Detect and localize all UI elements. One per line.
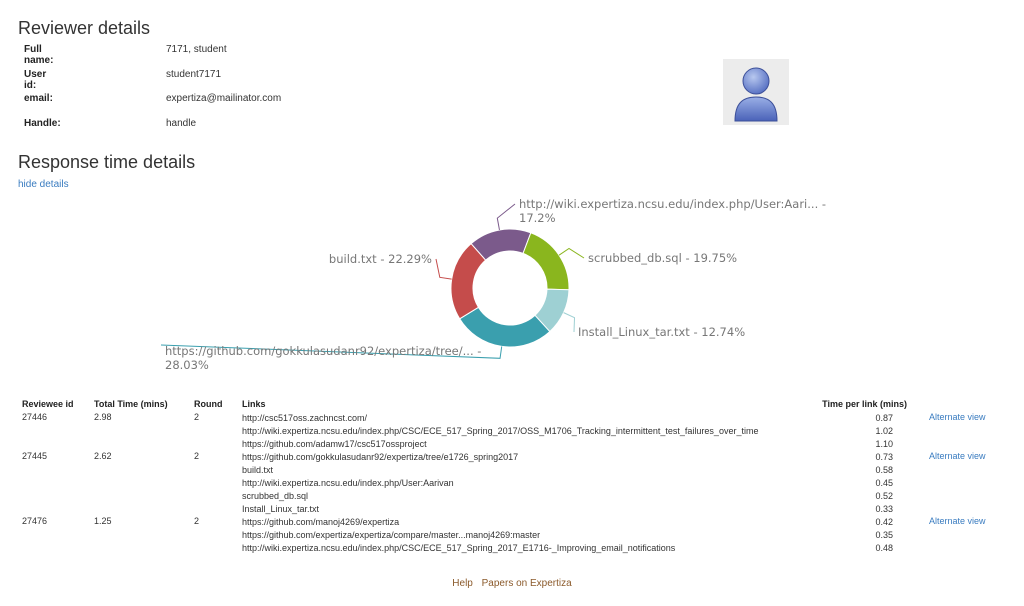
header-round: Round [194,399,223,409]
total-time-cell: 1.25 [94,516,112,526]
review-link[interactable]: http://csc517oss.zachncst.com/ [242,412,779,425]
response-time-title: Response time details [18,152,196,172]
slice-label: https://github.com/gokkulasudanr92/exper… [165,344,481,372]
review-link[interactable]: http://wiki.expertiza.ncsu.edu/index.php… [242,477,779,490]
help-link[interactable]: Help [452,578,473,589]
header-time-per-link: Time per link (mins) [822,399,907,409]
time-per-link-cell: 0.42 0.35 0.48 [783,516,925,555]
round-cell: 2 [194,516,200,526]
link-time: 1.02 [875,426,893,436]
slice-connector [435,258,452,280]
reviewee-id-cell: 27476 [22,516,48,526]
review-link[interactable]: https://github.com/manoj4269/expertiza [242,516,779,529]
review-link[interactable]: https://github.com/gokkulasudanr92/exper… [242,451,779,464]
header-links: Links [242,399,266,409]
slice-label: http://wiki.expertiza.ncsu.edu/index.php… [519,197,826,225]
table-header-row: Reviewee id Total Time (mins) Round Link… [18,396,1003,412]
review-link[interactable]: build.txt [242,464,779,477]
slice-label: build.txt - 22.29% [329,252,432,266]
reviewee-id-cell: 27445 [22,451,48,461]
donut-chart: http://wiki.expertiza.ncsu.edu/index.php… [160,197,826,372]
full-name-value: 7171, student [166,44,227,55]
full-name-label: Full name: [24,44,54,66]
response-time-table: Reviewee id Total Time (mins) Round Link… [18,396,1003,555]
time-per-link-cell: 0.73 0.58 0.45 0.52 0.33 [783,451,925,516]
slice-connector [558,247,585,259]
user-id-value: student7171 [166,68,222,80]
link-time: 0.73 [875,452,893,462]
table-row: 27476 1.25 2 https://github.com/manoj4269/e… [18,516,1003,555]
avatar [723,59,789,125]
hide-details-link[interactable]: hide details [18,179,69,190]
round-cell: 2 [194,412,200,422]
footer: Help Papers on Expertiza [0,578,1024,589]
slice-label: Install_Linux_tar.txt - 12.74% [578,325,745,339]
user-silhouette-icon [734,67,778,122]
links-cell: http://csc517oss.zachncst.com/http://wik… [238,412,783,451]
table-row: 27446 2.98 2 http://csc517oss.zachncst.com/… [18,412,1003,451]
total-time-cell: 2.98 [94,412,112,422]
alternate-view-link[interactable]: Alternate view [925,451,1003,516]
email-label: email: [24,93,53,104]
review-link[interactable]: scrubbed_db.sql [242,490,779,503]
slice-connector [563,312,576,333]
link-time: 1.10 [875,439,893,449]
header-total-time: Total Time (mins) [94,399,168,409]
link-time: 0.48 [875,543,893,553]
slice-connector [496,203,516,231]
reviewee-id-cell: 27446 [22,412,48,422]
link-time: 0.87 [875,413,893,423]
links-cell: https://github.com/gokkulasudanr92/exper… [238,451,783,516]
alternate-view-link[interactable]: Alternate view [925,516,1003,555]
alternate-view-link[interactable]: Alternate view [925,412,1003,451]
review-link[interactable]: http://wiki.expertiza.ncsu.edu/index.php… [242,425,779,438]
header-reviewee-id: Reviewee id [22,399,74,409]
donut-slice[interactable] [450,242,487,320]
total-time-cell: 2.62 [94,451,112,461]
link-time: 0.52 [875,491,893,501]
donut-slice[interactable] [522,232,570,291]
reviewer-details-title: Reviewer details [18,18,151,38]
link-time: 0.35 [875,530,893,540]
round-cell: 2 [194,451,200,461]
review-link[interactable]: Install_Linux_tar.txt [242,503,779,516]
table-row: 27445 2.62 2 https://github.com/gokkulasuda… [18,451,1003,516]
review-link[interactable]: https://github.com/expertiza/expertiza/c… [242,529,779,542]
link-time: 0.58 [875,465,893,475]
header-alt [925,396,1003,412]
time-per-link-cell: 0.87 1.02 1.10 [783,412,925,451]
link-time: 0.45 [875,478,893,488]
email-value: expertiza@mailinator.com [166,93,282,104]
papers-link[interactable]: Papers on Expertiza [482,578,572,589]
handle-label: Handle: [24,117,61,129]
user-id-label: User id: [24,68,47,91]
response-time-chart: http://wiki.expertiza.ncsu.edu/index.php… [0,190,1024,380]
link-time: 0.33 [875,504,893,514]
links-cell: https://github.com/manoj4269/expertiza ht… [238,516,783,555]
review-link[interactable]: https://github.com/adamw17/csc517ossproj… [242,438,779,451]
handle-value: handle [166,117,197,129]
slice-label: scrubbed_db.sql - 19.75% [588,251,737,265]
review-link[interactable]: http://wiki.expertiza.ncsu.edu/index.php… [242,542,779,555]
donut-slice[interactable] [459,306,551,348]
link-time: 0.42 [875,517,893,527]
